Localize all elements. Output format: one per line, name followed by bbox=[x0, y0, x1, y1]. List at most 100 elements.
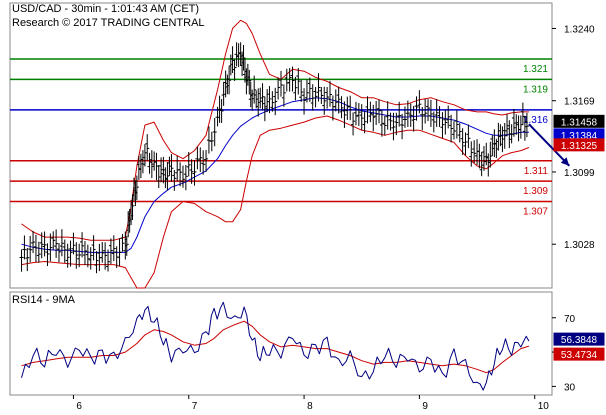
price-bar bbox=[313, 87, 318, 108]
price-tick-label: 1.3099 bbox=[564, 168, 595, 179]
price-bar bbox=[262, 96, 267, 122]
price-bar bbox=[463, 132, 468, 156]
price-bar bbox=[45, 243, 50, 267]
price-bar bbox=[103, 242, 108, 270]
price-bar bbox=[85, 244, 90, 268]
price-bar bbox=[256, 88, 261, 117]
price-bar bbox=[477, 143, 482, 169]
level-label-1.309: 1.309 bbox=[523, 186, 548, 197]
price-bar bbox=[258, 87, 263, 109]
date-tick-label: 7 bbox=[192, 401, 198, 412]
price-bar bbox=[82, 241, 87, 265]
price-bar bbox=[120, 233, 125, 252]
price-series bbox=[19, 19, 571, 289]
price-bar bbox=[19, 249, 24, 272]
moving-average-line bbox=[21, 97, 529, 253]
price-bar bbox=[254, 90, 259, 109]
price-bar bbox=[454, 110, 459, 139]
price-bar bbox=[279, 70, 283, 97]
price-bar bbox=[319, 87, 324, 104]
price-bar bbox=[351, 112, 356, 136]
price-bar bbox=[276, 77, 281, 100]
price-bar bbox=[428, 99, 433, 127]
price-bar bbox=[178, 162, 183, 187]
price-bar bbox=[408, 103, 413, 127]
price-bar bbox=[169, 154, 174, 182]
price-bar bbox=[472, 140, 477, 164]
chart-panels bbox=[9, 2, 553, 396]
price-tick-label: 1.3169 bbox=[564, 97, 595, 108]
rsi-line bbox=[21, 301, 530, 391]
level-label-1.319: 1.319 bbox=[523, 84, 548, 95]
price-bar bbox=[330, 95, 335, 121]
price-bar bbox=[345, 96, 350, 120]
price-bar bbox=[149, 150, 154, 179]
date-tick-label: 9 bbox=[422, 401, 428, 412]
price-bar bbox=[221, 81, 226, 106]
price-bar bbox=[377, 99, 382, 124]
price-bar bbox=[195, 146, 200, 170]
price-bar bbox=[209, 131, 214, 152]
price-bar bbox=[234, 42, 239, 67]
price-bar bbox=[466, 124, 471, 149]
price-tags: 1.314581.313841.3132556.384853.4734 bbox=[553, 114, 605, 361]
price-bar bbox=[260, 83, 265, 110]
price-bar bbox=[154, 152, 159, 181]
price-bar bbox=[353, 101, 358, 126]
price-bar bbox=[379, 109, 384, 137]
level-label-1.307: 1.307 bbox=[523, 206, 548, 217]
price-bar bbox=[219, 99, 224, 123]
price-bar bbox=[111, 235, 116, 262]
price-bar bbox=[80, 232, 85, 258]
price-bar bbox=[189, 159, 194, 184]
price-bar bbox=[371, 104, 376, 132]
price-bar bbox=[443, 109, 448, 135]
price-bar bbox=[94, 251, 99, 274]
price-bar bbox=[108, 238, 113, 264]
price-bar bbox=[502, 123, 507, 149]
rsi-value-tag-text: 56.3848 bbox=[561, 335, 598, 346]
price-bar bbox=[400, 113, 405, 140]
price-bar bbox=[136, 155, 141, 180]
price-bar bbox=[359, 104, 364, 131]
price-bar bbox=[492, 129, 497, 158]
price-bar bbox=[284, 68, 289, 92]
price-bar bbox=[36, 241, 41, 263]
price-bar bbox=[183, 165, 188, 191]
date-tick-label: 6 bbox=[76, 401, 82, 412]
price-bar bbox=[299, 79, 304, 102]
date-tick-label: 10 bbox=[538, 401, 550, 412]
last-price-tag: 1.31458 bbox=[553, 114, 605, 128]
price-bar bbox=[507, 120, 512, 149]
price-bar bbox=[481, 146, 486, 171]
price-bar bbox=[405, 100, 410, 128]
price-bar bbox=[212, 118, 217, 147]
price-bar bbox=[138, 153, 143, 179]
price-bar bbox=[156, 164, 161, 188]
rsi-value-tag: 56.3848 bbox=[553, 332, 605, 346]
price-bar bbox=[469, 141, 474, 167]
price-bar bbox=[217, 95, 222, 123]
date-tick-label: 8 bbox=[307, 401, 313, 412]
price-bar bbox=[232, 59, 237, 81]
price-bar bbox=[167, 156, 172, 176]
price-bar bbox=[296, 67, 301, 95]
price-bar bbox=[180, 165, 185, 188]
price-bar bbox=[22, 235, 27, 260]
price-bar bbox=[54, 229, 59, 258]
level-label-1.311: 1.311 bbox=[524, 166, 549, 177]
price-bar bbox=[440, 112, 445, 139]
bb-price-tag-text: 1.31325 bbox=[561, 141, 598, 152]
price-bar bbox=[423, 98, 428, 124]
price-bar bbox=[348, 95, 353, 121]
price-tick-label: 1.3240 bbox=[564, 24, 595, 35]
price-bar bbox=[28, 235, 33, 263]
price-bar bbox=[484, 142, 489, 166]
rsi-tick-label: 70 bbox=[564, 314, 576, 325]
price-bar bbox=[451, 121, 456, 140]
price-bar bbox=[51, 231, 56, 250]
last-price-tag-text: 1.31458 bbox=[561, 117, 598, 128]
price-bar bbox=[505, 114, 510, 137]
price-tick-label: 1.3028 bbox=[564, 240, 595, 251]
price-bar bbox=[175, 155, 180, 182]
